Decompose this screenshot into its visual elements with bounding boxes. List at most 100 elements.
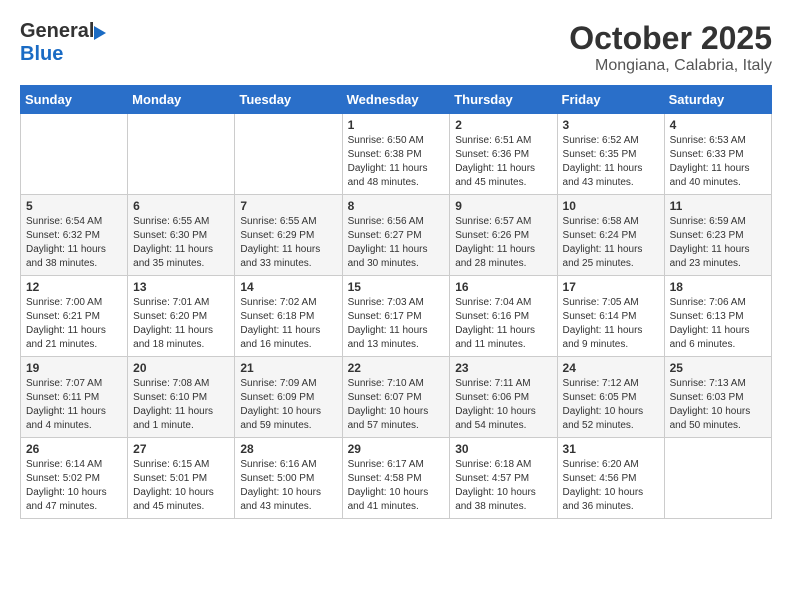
day-info: Sunrise: 6:17 AM Sunset: 4:58 PM Dayligh… [348,458,445,514]
calendar-cell: 11 Sunrise: 6:59 AM Sunset: 6:23 PM Dayli… [664,195,771,276]
day-number: 8 [348,199,445,213]
day-header-sunday: Sunday [21,86,128,114]
day-number: 26 [26,442,122,456]
day-number: 30 [455,442,551,456]
day-info: Sunrise: 6:57 AM Sunset: 6:26 PM Dayligh… [455,215,551,271]
page-header: General Blue October 2025 Mongiana, Cala… [20,20,772,75]
day-header-saturday: Saturday [664,86,771,114]
calendar-cell: 24 Sunrise: 7:12 AM Sunset: 6:05 PM Dayli… [557,357,664,438]
day-info: Sunrise: 6:15 AM Sunset: 5:01 PM Dayligh… [133,458,229,514]
day-info: Sunrise: 6:14 AM Sunset: 5:02 PM Dayligh… [26,458,122,514]
calendar-cell: 10 Sunrise: 6:58 AM Sunset: 6:24 PM Dayli… [557,195,664,276]
day-info: Sunrise: 6:59 AM Sunset: 6:23 PM Dayligh… [670,215,766,271]
calendar-cell: 22 Sunrise: 7:10 AM Sunset: 6:07 PM Dayli… [342,357,450,438]
calendar-cell: 3 Sunrise: 6:52 AM Sunset: 6:35 PM Daylig… [557,114,664,195]
day-info: Sunrise: 7:07 AM Sunset: 6:11 PM Dayligh… [26,377,122,433]
day-info: Sunrise: 6:18 AM Sunset: 4:57 PM Dayligh… [455,458,551,514]
calendar-cell [664,438,771,519]
calendar-cell: 28Sunrise: 6:16 AM Sunset: 5:00 PM Dayli… [235,438,342,519]
calendar-cell: 20 Sunrise: 7:08 AM Sunset: 6:10 PM Dayli… [128,357,235,438]
day-number: 29 [348,442,445,456]
day-number: 6 [133,199,229,213]
calendar-cell: 13 Sunrise: 7:01 AM Sunset: 6:20 PM Dayli… [128,276,235,357]
calendar-cell: 17Sunrise: 7:05 AM Sunset: 6:14 PM Dayli… [557,276,664,357]
day-info: Sunrise: 7:11 AM Sunset: 6:06 PM Dayligh… [455,377,551,433]
day-info: Sunrise: 7:08 AM Sunset: 6:10 PM Dayligh… [133,377,229,433]
calendar-cell: 23 Sunrise: 7:11 AM Sunset: 6:06 PM Dayli… [450,357,557,438]
day-number: 20 [133,361,229,375]
calendar-subtitle: Mongiana, Calabria, Italy [569,57,772,75]
day-number: 9 [455,199,551,213]
day-header-monday: Monday [128,86,235,114]
day-info: Sunrise: 7:06 AM Sunset: 6:13 PM Dayligh… [670,296,766,352]
calendar-table: SundayMondayTuesdayWednesdayThursdayFrid… [20,85,772,519]
calendar-cell: 19 Sunrise: 7:07 AM Sunset: 6:11 PM Dayli… [21,357,128,438]
day-info: Sunrise: 7:12 AM Sunset: 6:05 PM Dayligh… [563,377,659,433]
calendar-cell: 16 Sunrise: 7:04 AM Sunset: 6:16 PM Dayli… [450,276,557,357]
calendar-week-row: 5 Sunrise: 6:54 AM Sunset: 6:32 PM Daylig… [21,195,772,276]
day-info: Sunrise: 6:53 AM Sunset: 6:33 PM Dayligh… [670,134,766,190]
day-info: Sunrise: 7:10 AM Sunset: 6:07 PM Dayligh… [348,377,445,433]
calendar-cell: 7Sunrise: 6:55 AM Sunset: 6:29 PM Daylig… [235,195,342,276]
day-info: Sunrise: 6:55 AM Sunset: 6:30 PM Dayligh… [133,215,229,271]
calendar-cell: 31Sunrise: 6:20 AM Sunset: 4:56 PM Dayli… [557,438,664,519]
day-info: Sunrise: 7:09 AM Sunset: 6:09 PM Dayligh… [240,377,336,433]
calendar-cell: 30 Sunrise: 6:18 AM Sunset: 4:57 PM Dayli… [450,438,557,519]
calendar-cell: 21 Sunrise: 7:09 AM Sunset: 6:09 PM Dayli… [235,357,342,438]
day-header-thursday: Thursday [450,86,557,114]
calendar-cell [21,114,128,195]
day-info: Sunrise: 6:58 AM Sunset: 6:24 PM Dayligh… [563,215,659,271]
logo-arrow-icon [94,26,106,40]
day-number: 19 [26,361,122,375]
day-number: 11 [670,199,766,213]
day-header-tuesday: Tuesday [235,86,342,114]
calendar-cell [235,114,342,195]
day-info: Sunrise: 7:04 AM Sunset: 6:16 PM Dayligh… [455,296,551,352]
day-number: 7 [240,199,336,213]
day-number: 28 [240,442,336,456]
calendar-header-row: SundayMondayTuesdayWednesdayThursdayFrid… [21,86,772,114]
day-number: 5 [26,199,122,213]
calendar-cell: 1Sunrise: 6:50 AM Sunset: 6:38 PM Daylig… [342,114,450,195]
day-number: 23 [455,361,551,375]
calendar-cell: 26 Sunrise: 6:14 AM Sunset: 5:02 PM Dayli… [21,438,128,519]
day-info: Sunrise: 7:01 AM Sunset: 6:20 PM Dayligh… [133,296,229,352]
calendar-cell: 4 Sunrise: 6:53 AM Sunset: 6:33 PM Daylig… [664,114,771,195]
calendar-cell: 27Sunrise: 6:15 AM Sunset: 5:01 PM Dayli… [128,438,235,519]
day-number: 14 [240,280,336,294]
day-info: Sunrise: 6:20 AM Sunset: 4:56 PM Dayligh… [563,458,659,514]
calendar-title: October 2025 [569,20,772,57]
day-number: 17 [563,280,659,294]
day-number: 10 [563,199,659,213]
day-info: Sunrise: 6:52 AM Sunset: 6:35 PM Dayligh… [563,134,659,190]
day-number: 1 [348,118,445,132]
calendar-cell: 25Sunrise: 7:13 AM Sunset: 6:03 PM Dayli… [664,357,771,438]
calendar-cell: 14 Sunrise: 7:02 AM Sunset: 6:18 PM Dayli… [235,276,342,357]
calendar-cell: 18 Sunrise: 7:06 AM Sunset: 6:13 PM Dayli… [664,276,771,357]
day-info: Sunrise: 7:00 AM Sunset: 6:21 PM Dayligh… [26,296,122,352]
day-header-wednesday: Wednesday [342,86,450,114]
day-number: 18 [670,280,766,294]
day-number: 3 [563,118,659,132]
day-number: 24 [563,361,659,375]
calendar-week-row: 19 Sunrise: 7:07 AM Sunset: 6:11 PM Dayli… [21,357,772,438]
calendar-cell: 6 Sunrise: 6:55 AM Sunset: 6:30 PM Daylig… [128,195,235,276]
day-number: 4 [670,118,766,132]
day-info: Sunrise: 7:13 AM Sunset: 6:03 PM Dayligh… [670,377,766,433]
day-number: 13 [133,280,229,294]
day-info: Sunrise: 7:02 AM Sunset: 6:18 PM Dayligh… [240,296,336,352]
day-number: 21 [240,361,336,375]
day-header-friday: Friday [557,86,664,114]
calendar-cell [128,114,235,195]
day-number: 16 [455,280,551,294]
day-number: 22 [348,361,445,375]
day-info: Sunrise: 6:56 AM Sunset: 6:27 PM Dayligh… [348,215,445,271]
day-info: Sunrise: 6:54 AM Sunset: 6:32 PM Dayligh… [26,215,122,271]
calendar-week-row: 12Sunrise: 7:00 AM Sunset: 6:21 PM Dayli… [21,276,772,357]
day-number: 15 [348,280,445,294]
calendar-cell: 2Sunrise: 6:51 AM Sunset: 6:36 PM Daylig… [450,114,557,195]
logo-blue-text: Blue [20,43,63,66]
title-block: October 2025 Mongiana, Calabria, Italy [569,20,772,75]
day-info: Sunrise: 7:03 AM Sunset: 6:17 PM Dayligh… [348,296,445,352]
calendar-cell: 5 Sunrise: 6:54 AM Sunset: 6:32 PM Daylig… [21,195,128,276]
